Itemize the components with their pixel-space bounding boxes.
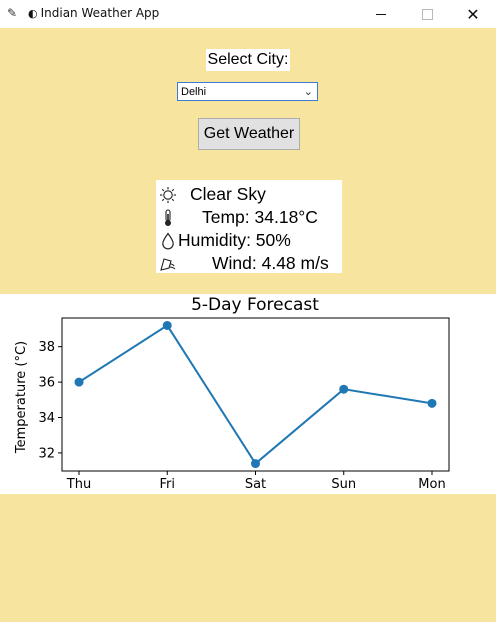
droplet-icon xyxy=(162,232,174,250)
close-icon: ✕ xyxy=(466,4,480,24)
y-tick-label: 36 xyxy=(38,376,55,391)
chart-plot-area xyxy=(61,317,450,472)
close-button[interactable]: ✕ xyxy=(450,0,496,28)
temp-row: Temp: 34.18°C xyxy=(156,206,342,228)
city-value: Delhi xyxy=(181,86,207,98)
x-tick-label: Mon xyxy=(418,477,445,492)
condition-row: Clear Sky xyxy=(156,183,342,205)
series-line xyxy=(78,324,433,466)
y-tick-label: 32 xyxy=(38,446,55,461)
weather-panel: Clear Sky Temp: 34.18°C Humidity: 50% Wi… xyxy=(156,180,342,273)
data-point xyxy=(251,459,260,469)
x-tick-label: Sat xyxy=(245,477,266,492)
wind-text: Wind: 4.48 m/s xyxy=(212,253,329,273)
minimize-icon xyxy=(376,13,386,15)
get-weather-button[interactable]: Get Weather xyxy=(198,118,300,150)
y-tick-label: 34 xyxy=(38,411,55,426)
data-point xyxy=(339,384,349,394)
feather-icon: ✎ xyxy=(7,6,18,20)
window-title: Indian Weather App xyxy=(40,6,160,20)
x-tick-label: Thu xyxy=(66,477,91,492)
chevron-down-icon[interactable]: ⌄ xyxy=(304,85,313,98)
thermometer-icon xyxy=(165,209,171,226)
humidity-row: Humidity: 50% xyxy=(156,229,342,251)
forecast-chart: 5-Day Forecast Temperature (°C) 32 34 36 38… xyxy=(0,294,496,494)
chart-y-axis-label: Temperature (°C) xyxy=(14,341,29,454)
sun-icon xyxy=(160,187,176,203)
select-city-label: Select City: xyxy=(206,49,290,71)
temp-text: Temp: 34.18°C xyxy=(202,207,318,227)
globe-icon: ◐ xyxy=(28,7,38,20)
x-tick-label: Fri xyxy=(160,477,176,492)
wind-row: Wind: 4.48 m/s xyxy=(156,252,342,274)
maximize-button[interactable] xyxy=(404,0,450,28)
minimize-button[interactable] xyxy=(358,0,404,28)
title-bar: ✎ ◐ Indian Weather App ✕ xyxy=(0,0,496,28)
humidity-text: Humidity: 50% xyxy=(178,230,291,250)
forecast-chart-svg: 5-Day Forecast Temperature (°C) 32 34 36 38… xyxy=(14,295,450,492)
y-tick-label: 38 xyxy=(38,340,55,355)
city-combobox[interactable]: Delhi ⌄ xyxy=(177,82,318,101)
wind-icon xyxy=(160,258,176,271)
x-tick-label: Sun xyxy=(331,477,356,492)
condition-text: Clear Sky xyxy=(190,184,266,204)
data-point xyxy=(74,377,84,387)
data-point xyxy=(162,320,172,330)
data-point xyxy=(427,398,437,408)
maximize-icon xyxy=(421,8,433,20)
chart-title: 5-Day Forecast xyxy=(191,295,319,315)
